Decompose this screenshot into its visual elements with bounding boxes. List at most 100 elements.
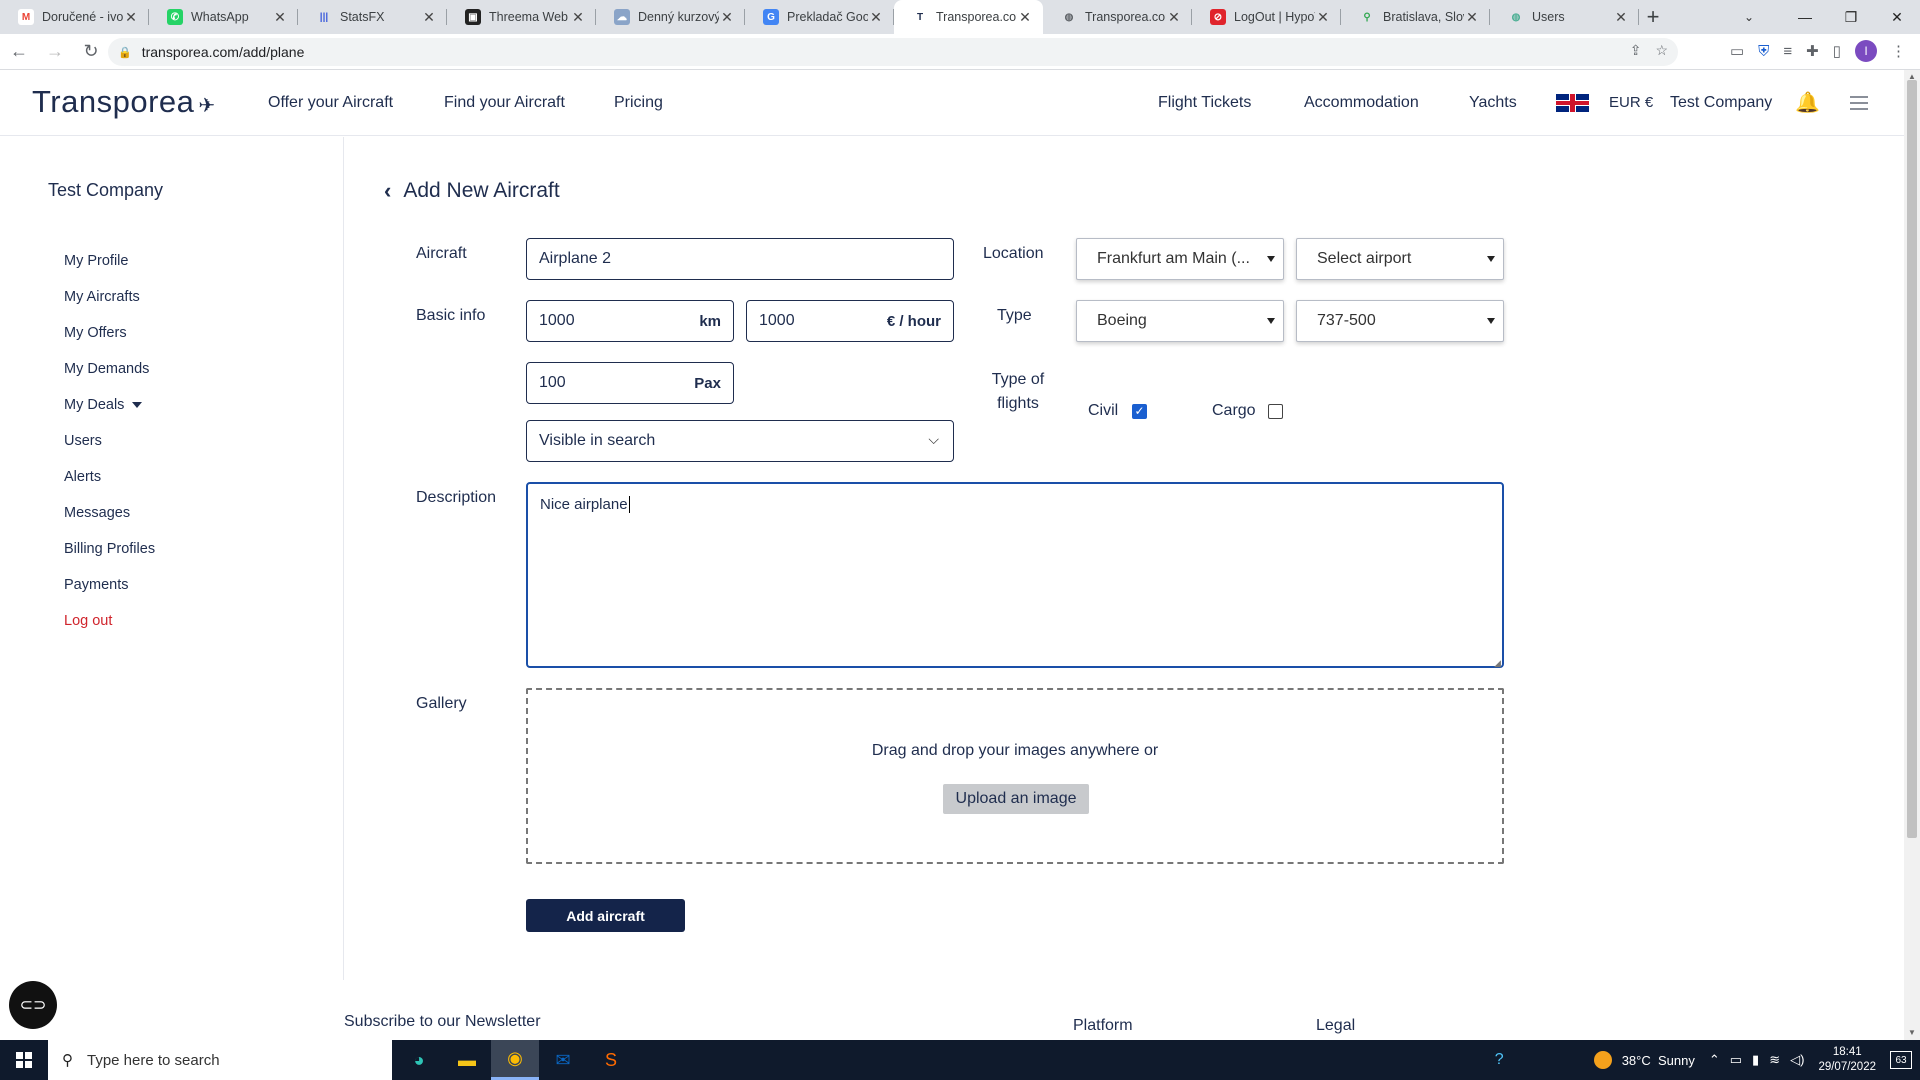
- bell-icon[interactable]: 🔔: [1795, 90, 1820, 115]
- address-bar[interactable]: 🔒 transporea.com/add/plane ⇪ ☆: [108, 38, 1678, 66]
- chevron-up-icon[interactable]: ⌃: [1709, 1052, 1720, 1068]
- menu-dots-icon[interactable]: ⋮: [1891, 42, 1906, 60]
- forward-icon[interactable]: →: [38, 35, 72, 69]
- sidebar-item-my-offers[interactable]: My Offers: [64, 325, 127, 341]
- lock-icon[interactable]: 🔒: [118, 46, 132, 59]
- browser-tab[interactable]: ⚲Bratislava, Slova✕: [1341, 0, 1490, 34]
- notifications-icon[interactable]: 63: [1890, 1051, 1912, 1069]
- close-icon[interactable]: ✕: [1166, 9, 1182, 26]
- sidebar-item-alerts[interactable]: Alerts: [64, 469, 101, 485]
- close-icon[interactable]: ✕: [1315, 9, 1331, 26]
- pax-input[interactable]: 100 Pax: [526, 362, 734, 404]
- close-icon[interactable]: ✕: [1017, 9, 1033, 26]
- windows-start-icon[interactable]: [0, 1040, 48, 1080]
- nav-find-aircraft[interactable]: Find your Aircraft: [444, 94, 565, 112]
- nav-pricing[interactable]: Pricing: [614, 94, 663, 112]
- civil-checkbox[interactable]: ✓: [1132, 404, 1147, 419]
- cargo-checkbox[interactable]: [1268, 404, 1283, 419]
- browser-tab[interactable]: G Prekladač Goog ✕: [745, 0, 894, 34]
- close-icon[interactable]: ✕: [1464, 9, 1480, 26]
- battery-icon[interactable]: ▮: [1752, 1052, 1759, 1068]
- close-icon[interactable]: ✕: [868, 9, 884, 26]
- browser-tab[interactable]: ▣ Threema Web ✕: [447, 0, 596, 34]
- help-icon[interactable]: ?: [1495, 1051, 1504, 1069]
- minimize-icon[interactable]: —: [1782, 0, 1828, 34]
- visibility-select[interactable]: Visible in search ⌵: [526, 420, 954, 462]
- nav-flight-tickets[interactable]: Flight Tickets: [1158, 94, 1251, 112]
- extension-icon[interactable]: ≡: [1783, 43, 1792, 60]
- browser-tab[interactable]: ⊘ LogOut | HypoV ✕: [1192, 0, 1341, 34]
- sidebar-item-messages[interactable]: Messages: [64, 505, 130, 521]
- sidebar-item-my-aircrafts[interactable]: My Aircrafts: [64, 289, 140, 305]
- new-tab-button[interactable]: +: [1639, 0, 1667, 34]
- nav-yachts[interactable]: Yachts: [1469, 94, 1517, 112]
- taskbar-search-input[interactable]: ⚲ Type here to search: [48, 1040, 392, 1080]
- browser-tab[interactable]: ◍Transporea.com✕: [1043, 0, 1192, 34]
- airport-select[interactable]: Select airport: [1296, 238, 1504, 280]
- aircraft-name-input[interactable]: Airplane 2: [526, 238, 954, 280]
- back-icon[interactable]: ←: [2, 35, 36, 69]
- close-window-icon[interactable]: ✕: [1874, 0, 1920, 34]
- tab-search-icon[interactable]: ⌄: [1726, 0, 1772, 34]
- sidebar-item-my-demands[interactable]: My Demands: [64, 361, 149, 377]
- price-input[interactable]: 1000 € / hour: [746, 300, 954, 342]
- profile-avatar[interactable]: I: [1855, 40, 1877, 62]
- sidebar-item-logout[interactable]: Log out: [64, 613, 112, 629]
- weather-text[interactable]: 38°C Sunny: [1622, 1053, 1695, 1068]
- close-icon[interactable]: ✕: [272, 9, 288, 26]
- add-aircraft-button[interactable]: Add aircraft: [526, 899, 685, 932]
- skype-icon[interactable]: S: [587, 1040, 635, 1080]
- browser-tab[interactable]: ◍ Users ✕: [1490, 0, 1639, 34]
- close-icon[interactable]: ✕: [570, 9, 586, 26]
- location-city-select[interactable]: Frankfurt am Main (...: [1076, 238, 1284, 280]
- volume-icon[interactable]: ◁): [1790, 1052, 1804, 1068]
- restore-icon[interactable]: ❐: [1828, 0, 1874, 34]
- browser-tab[interactable]: ☁ Denný kurzový l ✕: [596, 0, 745, 34]
- nav-accommodation[interactable]: Accommodation: [1304, 94, 1419, 112]
- clock[interactable]: 18:41 29/07/2022: [1818, 1045, 1876, 1075]
- hamburger-menu-icon[interactable]: [1850, 96, 1868, 110]
- scroll-down-icon[interactable]: ▼: [1908, 1028, 1916, 1037]
- chevron-left-icon[interactable]: ‹: [384, 178, 391, 204]
- gallery-dropzone[interactable]: Drag and drop your images anywhere or Up…: [526, 688, 1504, 864]
- share-icon[interactable]: ⇪: [1630, 42, 1642, 59]
- manufacturer-select[interactable]: Boeing: [1076, 300, 1284, 342]
- close-icon[interactable]: ✕: [1613, 9, 1629, 26]
- site-logo[interactable]: Transporea ✈: [32, 84, 216, 120]
- wifi-icon[interactable]: ≋: [1769, 1052, 1780, 1068]
- cookie-settings-icon[interactable]: ⊂⊃: [9, 981, 57, 1029]
- description-textarea[interactable]: Nice airplane: [526, 482, 1504, 668]
- outlook-icon[interactable]: ✉: [539, 1040, 587, 1080]
- edge-icon[interactable]: ◕: [395, 1040, 443, 1080]
- side-panel-icon[interactable]: ▯: [1833, 42, 1841, 60]
- sidebar-item-users[interactable]: Users: [64, 433, 102, 449]
- company-menu[interactable]: Test Company: [1670, 94, 1772, 112]
- file-explorer-icon[interactable]: ▬: [443, 1040, 491, 1080]
- extension-icon[interactable]: ▭: [1730, 42, 1744, 60]
- uk-flag-icon[interactable]: [1556, 94, 1589, 112]
- url-text[interactable]: transporea.com/add/plane: [142, 44, 305, 60]
- upload-image-button[interactable]: Upload an image: [943, 784, 1089, 814]
- shield-icon[interactable]: ⛨: [1758, 43, 1769, 60]
- sidebar-item-my-deals[interactable]: My Deals: [64, 397, 143, 413]
- range-input[interactable]: 1000 km: [526, 300, 734, 342]
- sidebar-item-my-profile[interactable]: My Profile: [64, 253, 128, 269]
- puzzle-icon[interactable]: ✚: [1806, 42, 1819, 60]
- close-icon[interactable]: ✕: [421, 9, 437, 26]
- network-icon[interactable]: ▭: [1730, 1052, 1742, 1068]
- close-icon[interactable]: ✕: [719, 9, 735, 26]
- browser-tab[interactable]: M Doručené - ivor ✕: [0, 0, 149, 34]
- chrome-icon[interactable]: ◉: [491, 1040, 539, 1080]
- model-select[interactable]: 737-500: [1296, 300, 1504, 342]
- browser-tab[interactable]: ||| StatsFX ✕: [298, 0, 447, 34]
- nav-offer-aircraft[interactable]: Offer your Aircraft: [268, 94, 393, 112]
- sidebar-item-billing-profiles[interactable]: Billing Profiles: [64, 541, 155, 557]
- browser-tab-active[interactable]: TTransporea.com✕: [894, 0, 1043, 34]
- bookmark-star-icon[interactable]: ☆: [1655, 42, 1668, 59]
- currency-selector[interactable]: EUR €: [1609, 94, 1653, 111]
- page-scrollbar[interactable]: ▲ ▼: [1904, 70, 1920, 1040]
- browser-tab[interactable]: ✆ WhatsApp ✕: [149, 0, 298, 34]
- scroll-thumb[interactable]: [1907, 80, 1917, 838]
- resize-grip-icon[interactable]: ◢: [1494, 658, 1501, 669]
- close-icon[interactable]: ✕: [123, 9, 139, 26]
